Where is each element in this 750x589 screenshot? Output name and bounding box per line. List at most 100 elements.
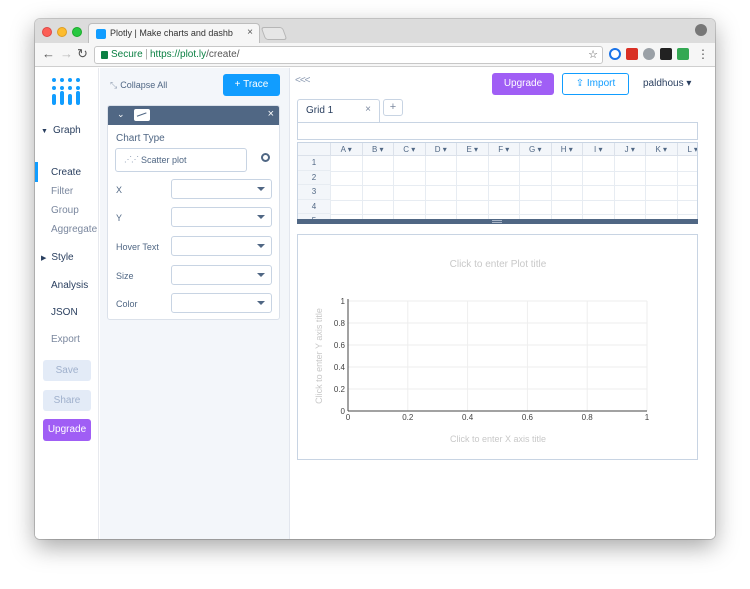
import-button[interactable]: ⇪ Import <box>562 73 629 95</box>
nav-item-aggregate[interactable]: Aggregate <box>51 224 97 235</box>
collapse-panel-icon[interactable]: <<< <box>295 75 311 86</box>
grid-resize-handle[interactable] <box>297 219 698 224</box>
size-select[interactable] <box>171 265 272 285</box>
column-header[interactable]: B ▾ <box>361 143 394 156</box>
plot-area[interactable]: 0 0.2 0.4 0.6 0.8 1 0 0.2 0.4 0.6 0.8 1 Click to ent… <box>297 234 698 460</box>
extension-icon[interactable] <box>626 48 638 60</box>
trace-header[interactable]: ⌄ × <box>108 106 279 125</box>
caret-right-icon: ▶ <box>41 255 47 262</box>
chart-type-select[interactable]: ⋰⋰ Scatter plot <box>115 148 247 172</box>
column-header[interactable]: K ▾ <box>645 143 677 156</box>
grid-line <box>330 156 331 219</box>
nav-item-create[interactable]: Create <box>51 167 81 178</box>
extension-icon[interactable] <box>609 48 621 60</box>
close-icon[interactable]: × <box>365 104 371 115</box>
caret-down-icon <box>257 301 265 305</box>
hover-text-select[interactable] <box>171 236 272 256</box>
grid-line <box>582 156 583 219</box>
extension-icon[interactable] <box>660 48 672 60</box>
formula-bar[interactable] <box>297 122 698 140</box>
nav-style[interactable]: ▶ Style <box>41 252 74 263</box>
forward-icon[interactable]: → <box>60 47 73 61</box>
grid-row-line <box>330 185 697 186</box>
nav-item-analysis[interactable]: Analysis <box>51 280 88 291</box>
data-grid[interactable]: A ▾ B ▾ C ▾ D ▾ E ▾ F ▾ G ▾ H ▾ I ▾ J ▾ K ▾ L ▾ 123… <box>297 142 698 219</box>
import-label: Import <box>586 78 616 89</box>
add-grid-button[interactable]: + <box>383 99 403 116</box>
collapse-all-label: Collapse All <box>120 80 168 90</box>
share-button[interactable]: Share <box>43 390 91 411</box>
address-bar[interactable]: Secure | https://plot.ly/create/ ☆ <box>94 46 603 64</box>
close-icon[interactable]: × <box>268 108 274 120</box>
column-header[interactable]: E ▾ <box>456 143 488 156</box>
x-axis-title[interactable]: Click to enter X axis title <box>450 434 546 444</box>
nav-graph[interactable]: ▼ Graph <box>41 125 81 136</box>
tab-grid-1[interactable]: Grid 1 × <box>297 99 380 122</box>
field-label-hover-text: Hover Text <box>116 242 159 252</box>
x-select[interactable] <box>171 179 272 199</box>
browser-tab[interactable]: Plotly | Make charts and dashb × <box>88 23 260 43</box>
user-menu[interactable]: paldhous ▾ <box>643 78 691 89</box>
title-bar: Plotly | Make charts and dashb × <box>35 19 715 43</box>
grid-line <box>424 156 426 219</box>
drag-handle-icon[interactable] <box>492 220 502 223</box>
column-header[interactable]: F ▾ <box>487 143 520 156</box>
minimize-window-button[interactable] <box>57 27 67 37</box>
plot-title[interactable]: Click to enter Plot title <box>450 259 547 270</box>
tab-title: Plotly | Make charts and dashb <box>110 28 233 38</box>
menu-icon[interactable]: ⋮ <box>697 47 709 61</box>
column-header[interactable]: J ▾ <box>613 143 646 156</box>
extension-icon[interactable] <box>643 48 655 60</box>
trace-panel: ⤡ Collapse All + Trace ⌄ × Chart Type ⋰⋰ … <box>100 68 290 539</box>
active-indicator <box>35 162 38 182</box>
add-trace-button[interactable]: + Trace <box>223 74 280 96</box>
nav-item-json[interactable]: JSON <box>51 307 78 318</box>
main-area: <<< Upgrade ⇪ Import paldhous ▾ Grid 1 ×… <box>291 68 715 539</box>
url-path: /create/ <box>206 49 240 60</box>
nav-item-filter[interactable]: Filter <box>51 186 73 197</box>
extension-icon[interactable] <box>677 48 689 60</box>
y-select[interactable] <box>171 207 272 227</box>
left-nav: ▼ Graph Create Filter Group Aggregate ▶ St… <box>35 68 99 539</box>
maximize-window-button[interactable] <box>72 27 82 37</box>
y-axis-title[interactable]: Click to enter Y axis title <box>314 308 324 404</box>
reload-icon[interactable]: ↻ <box>77 47 88 61</box>
row-header[interactable]: 1 <box>298 156 330 171</box>
lock-icon <box>101 51 108 59</box>
column-header[interactable]: C ▾ <box>393 143 425 156</box>
close-window-button[interactable] <box>42 27 52 37</box>
gear-icon[interactable] <box>261 153 270 162</box>
new-tab-button[interactable] <box>260 27 288 40</box>
field-label-color: Color <box>116 299 138 309</box>
save-button[interactable]: Save <box>43 360 91 381</box>
nav-item-group[interactable]: Group <box>51 205 79 216</box>
plotly-logo[interactable] <box>51 76 81 106</box>
row-header[interactable]: 3 <box>298 185 330 200</box>
nav-item-export[interactable]: Export <box>51 334 80 345</box>
column-header[interactable]: A ▾ <box>330 143 362 156</box>
column-header[interactable]: I ▾ <box>582 143 614 156</box>
column-header[interactable]: G ▾ <box>519 143 551 156</box>
star-icon[interactable]: ☆ <box>588 48 598 61</box>
grid-line <box>487 156 489 219</box>
profile-icon[interactable] <box>695 24 707 36</box>
grid-line <box>456 156 457 219</box>
collapse-all-button[interactable]: ⤡ Collapse All <box>110 80 167 91</box>
row-header[interactable]: 4 <box>298 199 330 214</box>
upload-icon: ⇪ <box>575 78 587 89</box>
chevron-down-icon[interactable]: ⌄ <box>117 109 125 120</box>
column-header[interactable]: H ▾ <box>550 143 583 156</box>
tab-close-icon[interactable]: × <box>247 27 253 38</box>
grid-line <box>613 156 615 219</box>
row-header[interactable]: 2 <box>298 170 330 185</box>
grid-row-line <box>330 199 697 201</box>
color-select[interactable] <box>171 293 272 313</box>
grid-line <box>393 156 394 219</box>
column-header[interactable]: D ▾ <box>424 143 457 156</box>
grid-line <box>676 156 678 219</box>
grid-row-line <box>330 214 697 215</box>
back-icon[interactable]: ← <box>42 47 55 61</box>
upgrade-button[interactable]: Upgrade <box>492 73 554 95</box>
column-header[interactable]: L ▾ <box>676 143 697 156</box>
nav-upgrade-button[interactable]: Upgrade <box>43 419 91 441</box>
